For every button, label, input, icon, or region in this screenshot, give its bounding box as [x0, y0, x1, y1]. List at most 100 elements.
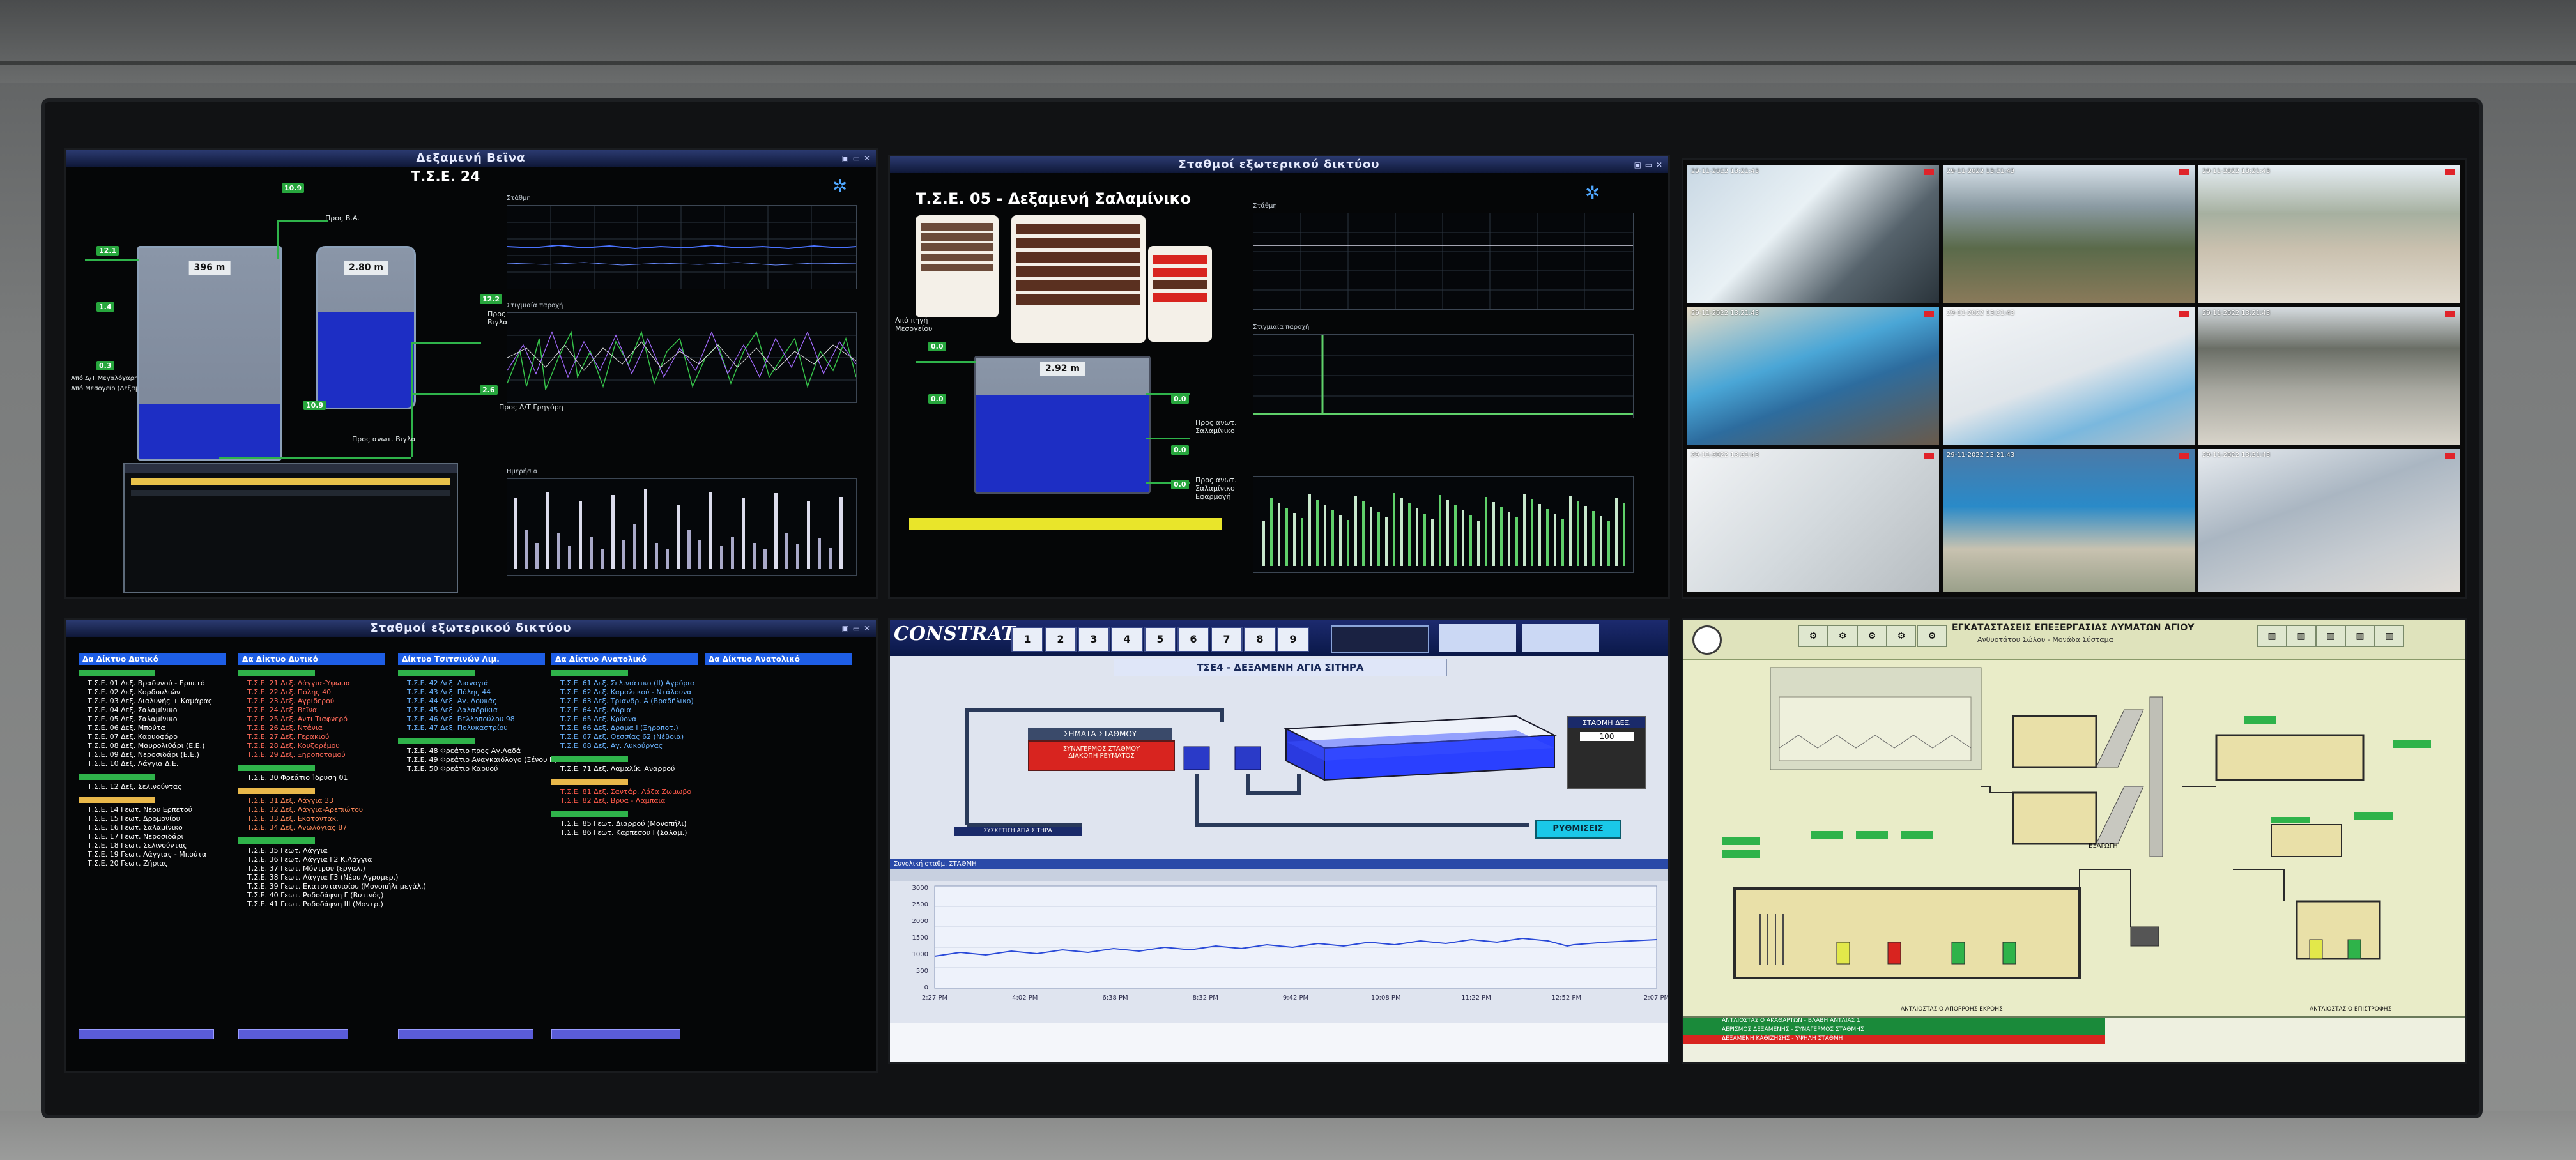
page-button[interactable] [238, 1029, 348, 1039]
station-link[interactable]: Τ.Σ.Ε. 18 Γεωτ. Σελινούντας [79, 841, 226, 850]
station-link[interactable]: Τ.Σ.Ε. 14 Γεωτ. Νέου Ερπετού [79, 805, 226, 814]
page-button[interactable] [551, 1029, 680, 1039]
station-link[interactable]: Τ.Σ.Ε. 36 Γεωτ. Λάγγια Γ2 Κ.Λάγγια [238, 855, 385, 864]
station-link[interactable]: Τ.Σ.Ε. 07 Δεξ. Καρυοφόρο [79, 733, 226, 742]
settings-icon[interactable]: ✲ [832, 176, 847, 197]
station-link[interactable]: Τ.Σ.Ε. 82 Δεξ. Βρυα - Λαμπαια [551, 797, 698, 805]
station-link[interactable]: Τ.Σ.Ε. 24 Δεξ. Βεϊνα [238, 706, 385, 715]
nav-button-3[interactable]: 3 [1078, 627, 1110, 652]
station-link[interactable]: Τ.Σ.Ε. 37 Γεωτ. Μόντρου (εργαλ.) [238, 864, 385, 873]
station-link[interactable]: Τ.Σ.Ε. 38 Γεωτ. Λάγγια Γ3 (Νέου Αγρομερ.… [238, 873, 398, 882]
station-link[interactable]: Τ.Σ.Ε. 43 Δεξ. Πόλης 44 [398, 688, 545, 697]
camera-feed[interactable]: 29-11-2022 13:21:43 [1943, 307, 2195, 445]
alarm-row[interactable]: ΔΕΞΑΜΕΝΗ ΚΑΘΙΖΗΣΗΣ - ΥΨΗΛΗ ΣΤΑΘΜΗ [1683, 1035, 2105, 1044]
control-button[interactable]: ▥ [2257, 625, 2287, 647]
station-link[interactable]: Τ.Σ.Ε. 32 Δεξ. Λάγγια-Αρεπιώτου [238, 805, 385, 814]
station-link[interactable]: Τ.Σ.Ε. 66 Δεξ. Δραμα Ι (Ξηροποτ.) [551, 724, 698, 733]
control-button[interactable]: ⚙ [1857, 625, 1887, 647]
camera-feed[interactable]: 29-11-2022 13:21:43 [1687, 165, 1939, 303]
station-link[interactable]: Τ.Σ.Ε. 85 Γεωτ. Διαρρού (Μονοπήλι) [551, 820, 698, 828]
station-link[interactable]: Τ.Σ.Ε. 16 Γεωτ. Σαλαμίνικο [79, 823, 226, 832]
station-link[interactable]: Τ.Σ.Ε. 10 Δεξ. Λάγγια Δ.Ε. [79, 759, 226, 768]
settings-button[interactable]: ΡΥΘΜΙΣΕΙΣ [1535, 820, 1621, 839]
nav-button-5[interactable]: 5 [1144, 627, 1176, 652]
nav-button-7[interactable]: 7 [1211, 627, 1243, 652]
nav-button-1[interactable]: 1 [1011, 627, 1043, 652]
control-button[interactable]: ⚙ [1917, 625, 1947, 647]
station-link[interactable]: Τ.Σ.Ε. 29 Δεξ. Ξηροποταμού [238, 751, 385, 759]
station-link[interactable]: Τ.Σ.Ε. 45 Δεξ. Λαλαδρίκια [398, 706, 545, 715]
station-link[interactable]: Τ.Σ.Ε. 68 Δεξ. Αγ. Λυκούργας [551, 742, 698, 751]
station-link[interactable]: Τ.Σ.Ε. 12 Δεξ. Σελινούντας [79, 782, 226, 791]
station-link[interactable]: Τ.Σ.Ε. 71 Δεξ. Λαμαλίκ. Αναρρού [551, 765, 698, 774]
control-button[interactable]: ▥ [2345, 625, 2375, 647]
station-link[interactable]: Τ.Σ.Ε. 26 Δεξ. Ντάνια [238, 724, 385, 733]
station-link[interactable]: Τ.Σ.Ε. 64 Δεξ. Λόρια [551, 706, 698, 715]
station-link[interactable]: Τ.Σ.Ε. 01 Δεξ. Βραδυνού - Ερπετό [79, 679, 226, 688]
station-link[interactable]: Τ.Σ.Ε. 02 Δεξ. Κορδουλιών [79, 688, 226, 697]
station-link[interactable]: Τ.Σ.Ε. 15 Γεωτ. Δρομονίου [79, 814, 226, 823]
settings-icon[interactable]: ✲ [1585, 182, 1600, 203]
station-link[interactable]: Τ.Σ.Ε. 09 Δεξ. Νεροσιδάρι (Ε.Ε.) [79, 751, 226, 759]
station-link[interactable]: Τ.Σ.Ε. 48 Φρεάτιο προς Αγ.Λαδά [398, 747, 545, 756]
station-link[interactable]: Τ.Σ.Ε. 04 Δεξ. Σαλαμίνικο [79, 706, 226, 715]
station-link[interactable]: Τ.Σ.Ε. 65 Δεξ. Κρύονα [551, 715, 698, 724]
station-link[interactable]: Τ.Σ.Ε. 05 Δεξ. Σαλαμίνικο [79, 715, 226, 724]
station-link[interactable]: Τ.Σ.Ε. 19 Γεωτ. Λάγγιας - Μπούτα [79, 850, 226, 859]
window-controls[interactable]: ▣ ▭ ✕ [842, 150, 871, 167]
station-link[interactable]: Τ.Σ.Ε. 20 Γεωτ. Ζήριας [79, 859, 226, 868]
station-link[interactable]: Τ.Σ.Ε. 31 Δεξ. Λάγγια 33 [238, 797, 385, 805]
station-link[interactable]: Τ.Σ.Ε. 21 Δεξ. Λάγγια-Ύψωμα [238, 679, 385, 688]
alarm-row[interactable]: ΑΕΡΙΣΜΟΣ ΔΕΞΑΜΕΝΗΣ - ΣΥΝΑΓΕΡΜΟΣ ΣΤΑΘΜΗΣ [1683, 1026, 2105, 1035]
station-link[interactable]: Τ.Σ.Ε. 86 Γεωτ. Καρπεσου Ι (Σαλαμ.) [551, 828, 698, 837]
station-link[interactable]: Τ.Σ.Ε. 30 Φρεάτιο Ίδρυση 01 [238, 774, 385, 782]
control-button[interactable]: ⚙ [1828, 625, 1857, 647]
control-button[interactable]: ▥ [2316, 625, 2345, 647]
station-link[interactable]: Τ.Σ.Ε. 23 Δεξ. Αγριδερού [238, 697, 385, 706]
station-link[interactable]: Τ.Σ.Ε. 50 Φρεάτιο Καρυού [398, 765, 545, 774]
station-link[interactable]: Τ.Σ.Ε. 46 Δεξ. Βελλοπούλου 98 [398, 715, 545, 724]
station-link[interactable]: Τ.Σ.Ε. 28 Δεξ. Κουζορέμου [238, 742, 385, 751]
nav-button-6[interactable]: 6 [1177, 627, 1209, 652]
station-link[interactable]: Τ.Σ.Ε. 61 Δεξ. Σελινιάτικο (ΙΙ) Αγρόρια [551, 679, 698, 688]
station-link[interactable]: Τ.Σ.Ε. 67 Δεξ. Θεσσίας 62 (Νέβοια) [551, 733, 698, 742]
station-link[interactable]: Τ.Σ.Ε. 03 Δεξ. Διαλυνής + Καμάρας [79, 697, 226, 706]
control-button[interactable]: ⚙ [1887, 625, 1916, 647]
window-controls[interactable]: ▣ ▭ ✕ [1634, 156, 1663, 173]
nav-button-8[interactable]: 8 [1244, 627, 1276, 652]
camera-feed[interactable]: 29-11-2022 13:21:43 [2198, 449, 2460, 592]
window-controls[interactable]: ▣ ▭ ✕ [842, 620, 871, 637]
station-link[interactable]: Τ.Σ.Ε. 81 Δεξ. Σαντάρ. Λάζα Ζωμωβο [551, 788, 698, 797]
station-link[interactable]: Τ.Σ.Ε. 41 Γεωτ. Ροδοδάφνη ΙΙΙ (Μοντρ.) [238, 900, 385, 909]
station-link[interactable]: Τ.Σ.Ε. 47 Δεξ. Πολυκαστρίου [398, 724, 545, 733]
station-link[interactable]: Τ.Σ.Ε. 62 Δεξ. Καμαλεκού - Ντάλουνα [551, 688, 698, 697]
nav-button-9[interactable]: 9 [1277, 627, 1309, 652]
station-link[interactable]: Τ.Σ.Ε. 40 Γεωτ. Ροδοδάφνη Γ (Βυτινός) [238, 891, 385, 900]
station-link[interactable]: Τ.Σ.Ε. 22 Δεξ. Πόλης 40 [238, 688, 385, 697]
station-link[interactable]: Τ.Σ.Ε. 63 Δεξ. Τριανδρ. Α (Βραδήλικο) [551, 697, 698, 706]
page-button[interactable] [398, 1029, 533, 1039]
camera-feed[interactable]: 29-11-2022 13:21:43 [1687, 307, 1939, 445]
station-link[interactable]: Τ.Σ.Ε. 17 Γεωτ. Νεροσιδάρι [79, 832, 226, 841]
camera-feed[interactable]: 29-11-2022 13:21:43 [2198, 307, 2460, 445]
station-link[interactable]: Τ.Σ.Ε. 35 Γεωτ. Λάγγια [238, 846, 385, 855]
station-link[interactable]: Τ.Σ.Ε. 33 Δεξ. Εκατοντακ. [238, 814, 385, 823]
station-link[interactable]: Τ.Σ.Ε. 44 Δεξ. Αγ. Λουκάς [398, 697, 545, 706]
control-button[interactable]: ▥ [2375, 625, 2404, 647]
camera-feed[interactable]: 29-11-2022 13:21:43 [2198, 165, 2460, 303]
station-link[interactable]: Τ.Σ.Ε. 34 Δεξ. Ανωλόγιας 87 [238, 823, 385, 832]
station-link[interactable]: Τ.Σ.Ε. 42 Δεξ. Λιανογιά [398, 679, 545, 688]
station-link[interactable]: Τ.Σ.Ε. 06 Δεξ. Μπούτα [79, 724, 226, 733]
station-link[interactable]: Τ.Σ.Ε. 27 Δεξ. Γερακιού [238, 733, 385, 742]
camera-feed[interactable]: 29-11-2022 13:21:43 [1943, 449, 2195, 592]
nav-button-2[interactable]: 2 [1045, 627, 1077, 652]
camera-feed[interactable]: 29-11-2022 13:21:43 [1687, 449, 1939, 592]
nav-button-4[interactable]: 4 [1111, 627, 1143, 652]
page-button[interactable] [79, 1029, 214, 1039]
station-link[interactable]: Τ.Σ.Ε. 49 Φρεάτιο Αναγκαιόλογο (Ξένου Βρ… [398, 756, 578, 765]
control-button[interactable]: ⚙ [1798, 625, 1828, 647]
station-link[interactable]: Τ.Σ.Ε. 25 Δεξ. Αντι Τιαφνερό [238, 715, 385, 724]
station-link[interactable]: Τ.Σ.Ε. 39 Γεωτ. Εκατοντανισίου (Μονοπήλι… [238, 882, 426, 891]
control-button[interactable]: ▥ [2287, 625, 2316, 647]
station-link[interactable]: Τ.Σ.Ε. 08 Δεξ. Μαυρολιθάρι (Ε.Ε.) [79, 742, 226, 751]
